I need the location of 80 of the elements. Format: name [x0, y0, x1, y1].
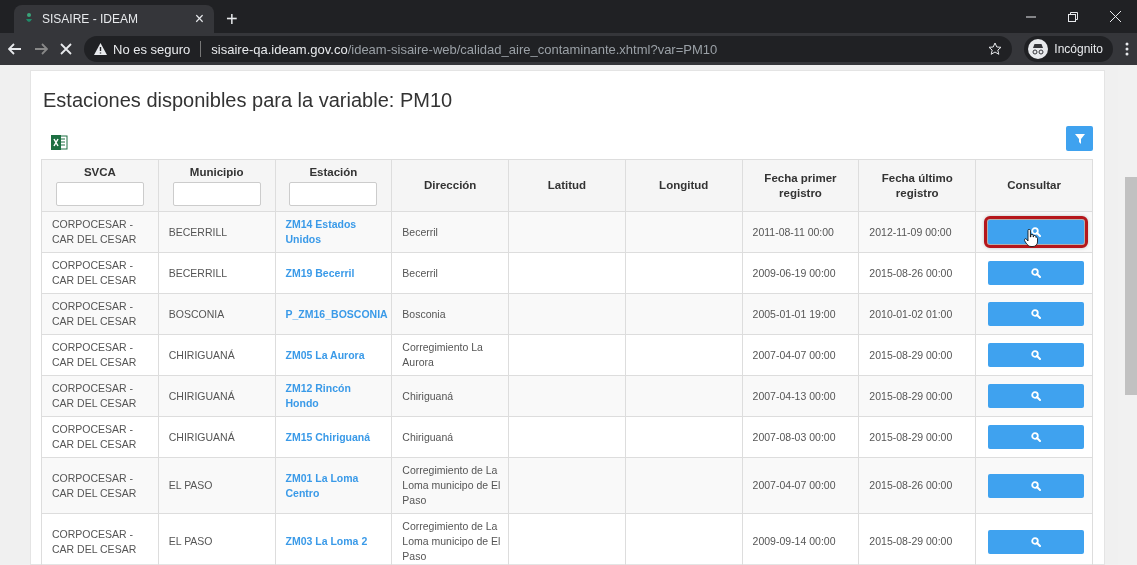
close-icon[interactable]: [1110, 11, 1121, 22]
column-header[interactable]: Consultar: [1007, 178, 1061, 193]
url-text: sisaire-qa.ideam.gov.co/ideam-sisaire-web/calidad_aire_contaminante.xhtml?var=PM10: [211, 41, 718, 57]
table-cell: 2015-08-29 00:00: [858, 375, 976, 417]
search-button[interactable]: [987, 384, 1084, 408]
column-header[interactable]: Dirección: [423, 178, 477, 193]
search-icon: [1030, 480, 1041, 491]
table-cell: CORPOCESAR - CAR DEL CESAR: [41, 211, 159, 253]
table-cell: CHIRIGUANÁ: [158, 416, 276, 458]
search-icon: [1030, 309, 1041, 319]
hand-cursor-icon: [1023, 229, 1038, 247]
table-cell: Chiriguaná: [391, 416, 509, 458]
table-cell: EL PASO: [158, 457, 276, 514]
table-cell: Corregimiento de La Loma municipo de El Paso: [391, 457, 509, 514]
search-button[interactable]: [987, 343, 1084, 367]
table-cell: 2012-11-09 00:00: [858, 211, 976, 253]
search-button[interactable]: [987, 425, 1084, 449]
table-cell: CORPOCESAR - CAR DEL CESAR: [41, 334, 159, 376]
tab-close-button[interactable]: ×: [194, 11, 204, 27]
column-header[interactable]: Latitud: [547, 178, 587, 193]
search-icon: [1030, 432, 1041, 442]
search-button[interactable]: [987, 302, 1084, 326]
browser-tab[interactable]: SISAIRE - IDEAM ×: [14, 5, 214, 33]
table-cell: BOSCONIA: [158, 293, 276, 335]
table-cell: CHIRIGUANÁ: [158, 334, 276, 376]
table-cell: CORPOCESAR - CAR DEL CESAR: [41, 416, 159, 458]
filter-button[interactable]: [1066, 126, 1093, 151]
table-cell: CORPOCESAR - CAR DEL CESAR: [41, 513, 159, 565]
table-cell: 2011-08-11 00:00: [742, 211, 859, 253]
search-icon: [1030, 227, 1041, 237]
table-cell: Becerril: [391, 211, 509, 253]
table-cell: BECERRILL: [158, 252, 276, 294]
table-cell: 2015-08-29 00:00: [858, 416, 976, 458]
table-cell: CORPOCESAR - CAR DEL CESAR: [41, 252, 159, 294]
table-cell: 2007-04-07 00:00: [742, 457, 859, 514]
warning-icon: [94, 43, 107, 55]
forward-arrow-icon[interactable]: [34, 43, 48, 55]
column-header[interactable]: Longitud: [659, 178, 709, 193]
search-icon: [1030, 536, 1041, 547]
table-cell: 2010-01-02 01:00: [858, 293, 976, 335]
table-cell: Chiriguaná: [391, 375, 509, 417]
filter-field[interactable]: [55, 182, 144, 206]
search-icon: [1030, 350, 1041, 360]
search-button[interactable]: [987, 261, 1084, 285]
page-title: Estaciones disponibles para la variable: PM10: [43, 89, 454, 112]
spreadsheet-export-icon[interactable]: [51, 134, 68, 151]
star-icon[interactable]: [988, 42, 1003, 56]
search-button[interactable]: [987, 473, 1084, 498]
incognito-icon: [1028, 39, 1049, 59]
address-bar[interactable]: No es seguro sisaire-qa.ideam.gov.co/ideam-sisaire-web/calidad_aire_contaminante.xhtml?var=PM10: [84, 36, 1013, 62]
table-cell: 2007-08-03 00:00: [742, 416, 859, 458]
restore-icon[interactable]: [1068, 11, 1078, 22]
table-cell: 2015-08-26 00:00: [858, 252, 976, 294]
tab-title: SISAIRE - IDEAM: [42, 12, 140, 26]
table-cell: 2009-06-19 00:00: [742, 252, 859, 294]
table-cell: 2015-08-29 00:00: [858, 334, 976, 376]
table-cell: CORPOCESAR - CAR DEL CESAR: [41, 293, 159, 335]
table-cell: CORPOCESAR - CAR DEL CESAR: [41, 375, 159, 417]
back-arrow-icon[interactable]: [8, 43, 22, 55]
table-cell: CHIRIGUANÁ: [158, 375, 276, 417]
table-cell: 2005-01-01 19:00: [742, 293, 859, 335]
table-cell: Becerril: [391, 252, 509, 294]
filter-field[interactable]: [289, 182, 378, 206]
table-cell: 2007-04-07 00:00: [742, 334, 859, 376]
search-icon: [1030, 391, 1041, 401]
filter-icon: [1074, 133, 1085, 144]
table-cell: CORPOCESAR - CAR DEL CESAR: [41, 457, 159, 514]
search-button[interactable]: [987, 529, 1084, 554]
new-tab-button[interactable]: +: [226, 9, 238, 29]
security-label: No es seguro: [113, 41, 191, 57]
filter-field[interactable]: [172, 182, 261, 206]
search-icon: [1030, 268, 1041, 278]
incognito-profile-button[interactable]: Incógnito: [1024, 36, 1113, 62]
table-cell: 2007-04-13 00:00: [742, 375, 859, 417]
menu-icon[interactable]: [1125, 42, 1129, 56]
table-cell: BECERRILL: [158, 211, 276, 253]
table-cell: 2015-08-26 00:00: [858, 457, 976, 514]
stop-loading-icon[interactable]: [60, 43, 72, 55]
table-cell: Corregimiento La Aurora: [391, 334, 509, 376]
table-cell: Bosconia: [391, 293, 509, 335]
